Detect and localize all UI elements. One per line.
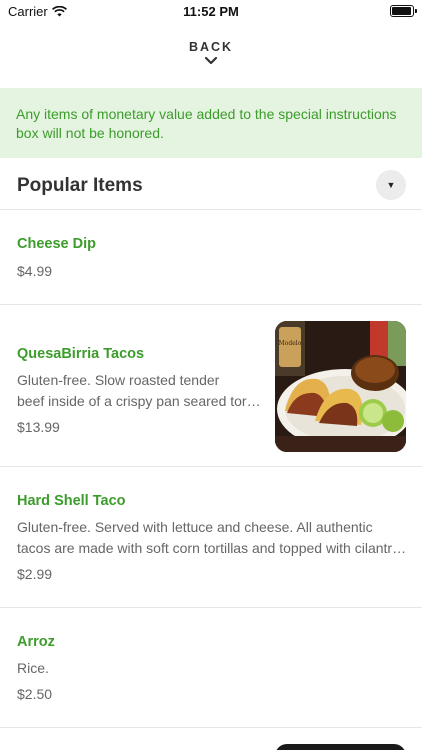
item-name: Arroz: [17, 634, 55, 650]
back-button[interactable]: BACK: [0, 40, 422, 66]
special-instructions-notice: Any items of monetary value added to the…: [0, 88, 422, 158]
menu-item-arroz[interactable]: Arroz Rice. $2.50: [0, 608, 422, 728]
item-description: Gluten-free. Served with lettuce and che…: [17, 517, 407, 559]
item-price: $4.99: [17, 263, 53, 279]
menu-item-hard-shell-taco[interactable]: Hard Shell Taco Gluten-free. Served with…: [0, 467, 422, 608]
section-header: Popular Items ▼: [0, 160, 422, 210]
item-description-line: Gluten-free. Served with lettuce and che…: [17, 519, 373, 535]
bottle-label: Modelo: [279, 340, 302, 347]
clock: 11:52 PM: [183, 4, 239, 19]
item-description: Gluten-free. Slow roasted tender beef in…: [17, 370, 261, 412]
item-description-line: tacos are made with soft corn tortillas …: [17, 540, 407, 556]
item-description-line: Gluten-free. Slow roasted tender: [17, 372, 220, 388]
item-description: Rice.: [17, 660, 49, 676]
item-name: Cheese Dip: [17, 236, 96, 252]
section-dropdown-button[interactable]: ▼: [376, 170, 406, 200]
next-item-photo: [275, 744, 406, 750]
status-bar: Carrier 11:52 PM: [0, 0, 422, 24]
back-label: BACK: [188, 40, 234, 54]
item-photo: Modelo: [275, 321, 406, 452]
battery-icon: [390, 5, 417, 17]
section-title: Popular Items: [17, 175, 143, 196]
caret-down-icon: ▼: [386, 180, 396, 190]
item-name: Hard Shell Taco: [17, 493, 126, 509]
tacos-photo: Modelo: [275, 321, 406, 452]
item-price: $2.99: [17, 566, 53, 582]
item-description-line: beef inside of a crispy pan seared torti…: [17, 393, 261, 409]
menu-item-cheese-dip[interactable]: Cheese Dip $4.99: [0, 211, 422, 305]
item-price: $13.99: [17, 419, 60, 435]
menu-item-quesabirria-tacos[interactable]: QuesaBirria Tacos Gluten-free. Slow roas…: [0, 305, 422, 467]
item-name: QuesaBirria Tacos: [17, 346, 145, 362]
chevron-down-icon: [204, 56, 218, 65]
item-price: $2.50: [17, 686, 53, 702]
